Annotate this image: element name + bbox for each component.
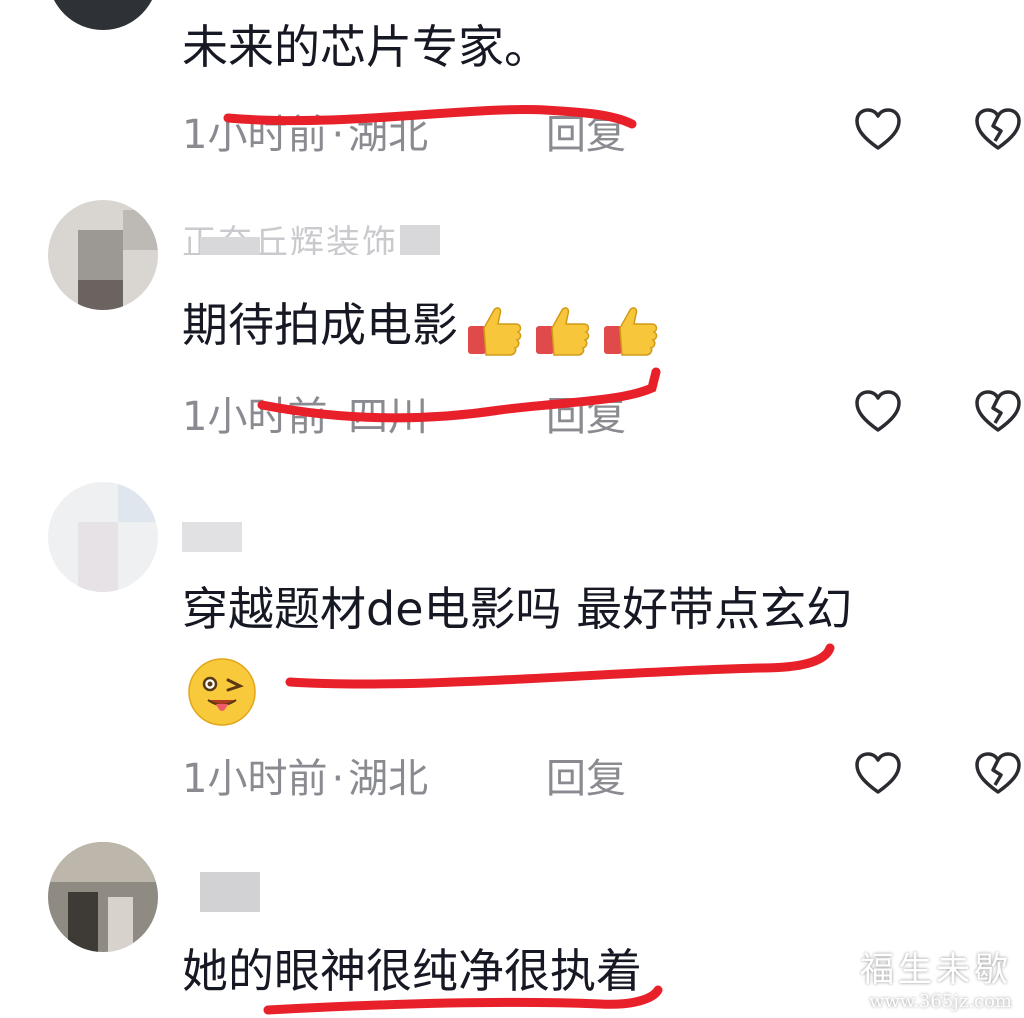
comment-text: 她的眼神很纯净很执着 [182, 944, 642, 998]
thumbs-up-emoji [600, 298, 662, 360]
watermark-title: 福生未歇 [860, 950, 1012, 990]
meta-separator: · [331, 756, 345, 802]
comment-meta: 1小时前 · 湖北 [182, 754, 428, 804]
comment-time: 1小时前 [182, 112, 328, 158]
heart-outline-icon[interactable] [852, 104, 904, 156]
avatar[interactable] [48, 482, 158, 592]
broken-heart-outline-icon[interactable] [972, 104, 1024, 156]
meta-separator: · [331, 112, 345, 158]
heart-outline-icon[interactable] [852, 386, 904, 438]
reply-button[interactable]: 回复 [546, 392, 626, 442]
comment-text: 期待拍成电影 [182, 296, 662, 360]
winking-tongue-face-emoji [186, 656, 258, 728]
comment-text-content: 期待拍成电影 [182, 298, 458, 352]
comment-meta: 1小时前 · 湖北 [182, 110, 428, 160]
username[interactable] [182, 872, 482, 912]
comment-time: 1小时前 [182, 394, 328, 440]
avatar[interactable] [48, 200, 158, 310]
reply-button[interactable]: 回复 [546, 754, 626, 804]
meta-separator: · [331, 394, 345, 440]
comment-location: 湖北 [348, 112, 429, 158]
username[interactable] [182, 512, 482, 552]
username[interactable]: 正奈丘辉装饰 [182, 215, 482, 255]
thumbs-up-emoji [532, 298, 594, 360]
comment-text: 未来的芯片专家。 [182, 20, 550, 74]
comment-text: 穿越题材de电影吗 最好带点玄幻 [182, 582, 853, 636]
reply-button[interactable]: 回复 [546, 110, 626, 160]
watermark-url: www.365jz.com [869, 991, 1012, 1012]
comment-location: 湖北 [348, 756, 429, 802]
comment-time: 1小时前 [182, 756, 328, 802]
broken-heart-outline-icon[interactable] [972, 386, 1024, 438]
avatar[interactable] [48, 0, 158, 30]
watermark: 福生未歇 www.365jz.com [860, 942, 1012, 1012]
broken-heart-outline-icon[interactable] [972, 748, 1024, 800]
comment-meta: 1小时前 · 四川 [182, 392, 428, 442]
comment-location: 四川 [348, 394, 429, 440]
avatar[interactable] [48, 842, 158, 952]
heart-outline-icon[interactable] [852, 748, 904, 800]
thumbs-up-emoji [464, 298, 526, 360]
